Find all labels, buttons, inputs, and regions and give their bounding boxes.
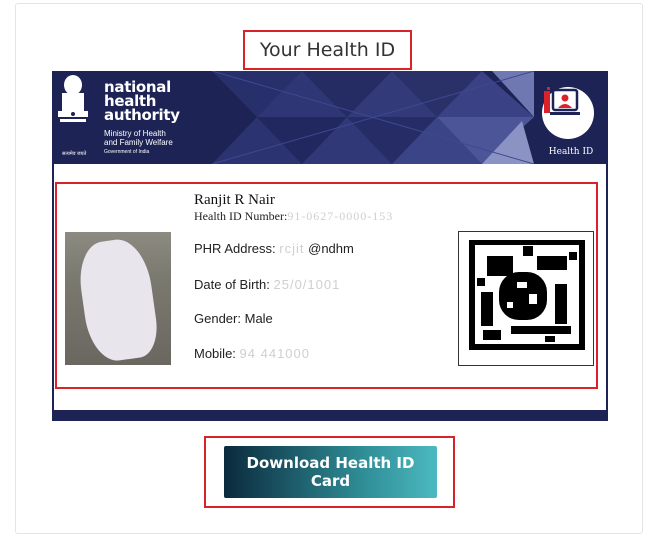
- person-name: Ranjit R Nair: [194, 192, 275, 208]
- org-name: national health authority: [104, 78, 180, 124]
- health-id-logo: [542, 87, 594, 139]
- qr-code-icon: [459, 232, 593, 365]
- govt-text: Government of India: [104, 149, 150, 155]
- gender: Gender: Male: [194, 311, 273, 326]
- emblem-motto: सत्यमेव जयते: [62, 151, 87, 157]
- date-of-birth: Date of Birth: 25/0/1001: [194, 277, 341, 292]
- health-id-number: Health ID Number:91-0627-0000-153: [194, 209, 394, 223]
- id-card-icon: [544, 87, 580, 115]
- health-id-badge: Health ID: [534, 71, 608, 164]
- profile-photo: [65, 232, 171, 365]
- phr-address: PHR Address: rcjit @ndhm: [194, 241, 354, 256]
- ministry-name: Ministry of Health and Family Welfare: [104, 129, 173, 147]
- photo-redaction: [74, 235, 162, 365]
- card-header: national health authority Ministry of He…: [52, 71, 608, 164]
- emblem-icon: [58, 75, 88, 122]
- download-health-id-card-button[interactable]: Download Health ID Card: [224, 446, 437, 498]
- qr-code: [458, 231, 594, 366]
- health-id-badge-label: Health ID: [548, 147, 594, 157]
- mobile-number: Mobile: 94 441000: [194, 346, 310, 361]
- page-title: Your Health ID: [243, 30, 412, 70]
